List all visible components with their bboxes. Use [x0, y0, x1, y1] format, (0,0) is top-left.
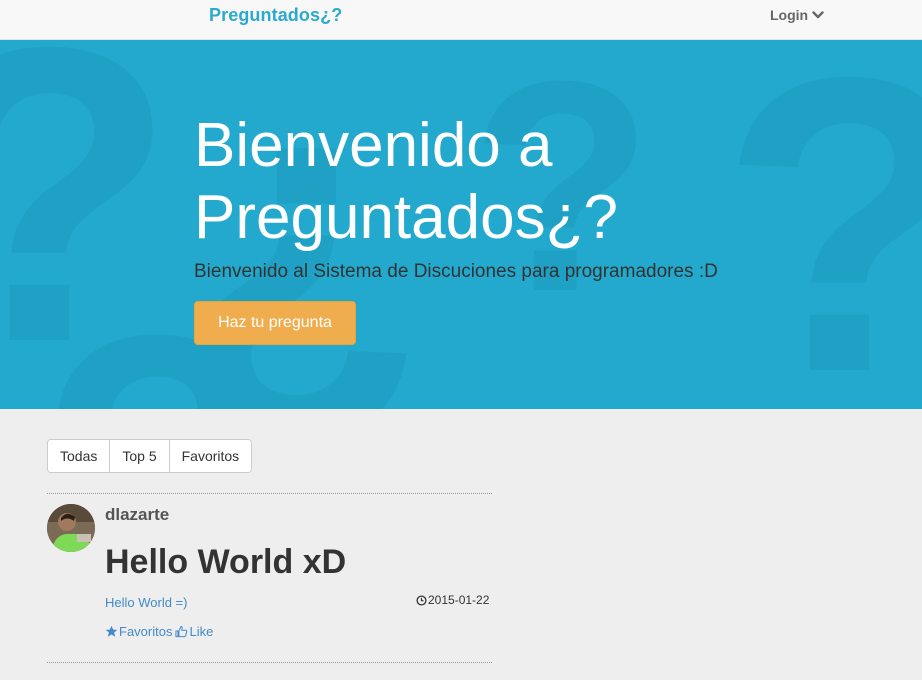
like-label: Like — [189, 624, 214, 639]
login-label: Login — [770, 7, 809, 23]
divider — [47, 493, 492, 494]
clock-icon — [416, 594, 427, 606]
hero-banner: ? ¿ ? ? ? ¿ Bienvenido a Preguntados¿? B… — [0, 40, 922, 409]
divider — [47, 662, 492, 663]
filter-tabs: Todas Top 5 Favoritos — [47, 439, 253, 473]
chevron-down-icon — [812, 11, 824, 19]
tab-todas[interactable]: Todas — [48, 440, 111, 472]
question-author[interactable]: dlazarte — [105, 505, 169, 525]
avatar[interactable] — [47, 504, 95, 552]
brand-link[interactable]: Preguntados¿? — [209, 5, 342, 26]
question-body-link[interactable]: Hello World =) — [105, 595, 187, 610]
favorite-label: Favoritos — [119, 624, 173, 639]
tab-top-5[interactable]: Top 5 — [110, 440, 170, 472]
ask-question-button[interactable]: Haz tu pregunta — [194, 301, 356, 345]
question-title[interactable]: Hello World xD — [105, 543, 346, 582]
thumbs-up-icon — [175, 625, 188, 638]
question-date-text: 2015-01-22 — [428, 593, 490, 607]
user-photo — [47, 504, 95, 552]
question-actions: Favoritos Like — [105, 624, 216, 639]
like-button[interactable]: Like — [175, 624, 213, 639]
hero-subtitle: Bienvenido al Sistema de Discuciones par… — [194, 261, 718, 282]
star-icon — [105, 625, 118, 637]
svg-text:¿: ¿ — [560, 275, 780, 409]
question-date: 2015-01-22 — [416, 593, 489, 607]
navbar: Preguntados¿? Login — [0, 0, 922, 40]
hero-title: Bienvenido a Preguntados¿? — [194, 111, 618, 252]
favorite-button[interactable]: Favoritos — [105, 624, 172, 639]
login-dropdown[interactable]: Login — [770, 7, 824, 23]
tab-favoritos[interactable]: Favoritos — [169, 440, 252, 472]
